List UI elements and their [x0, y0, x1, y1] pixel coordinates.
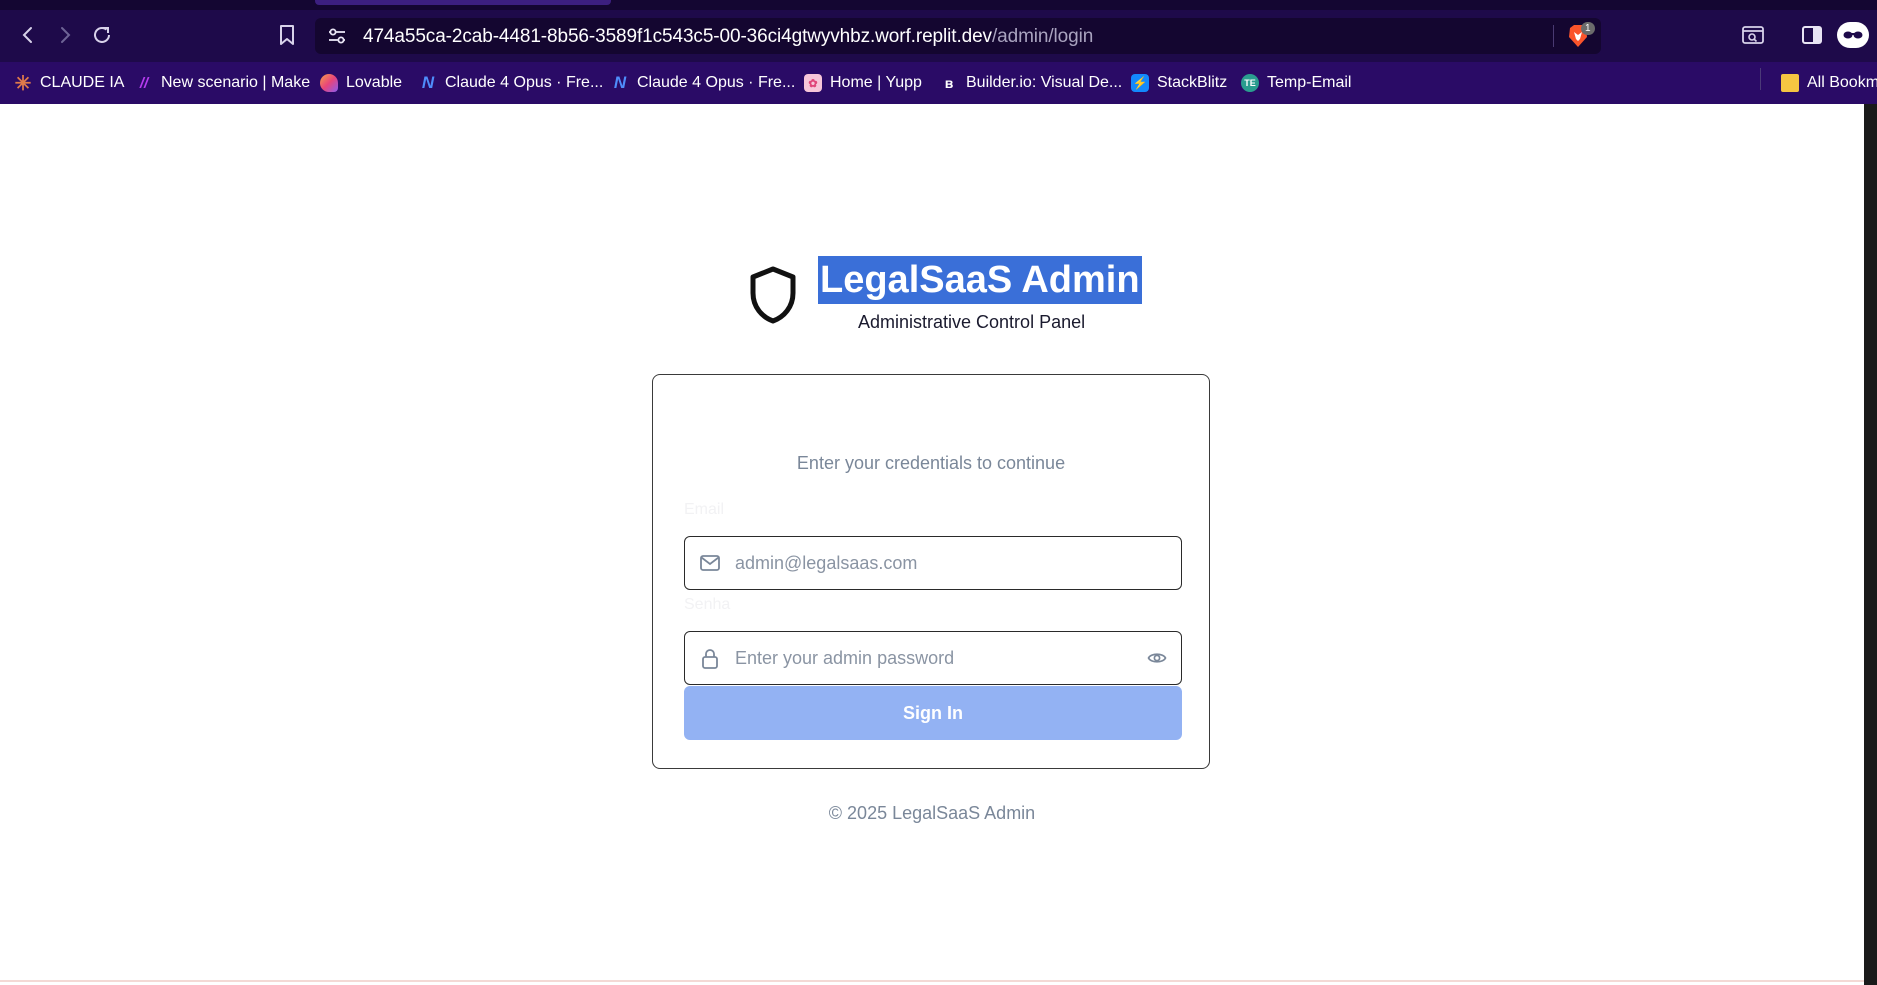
n-logo-icon: N — [421, 73, 435, 92]
email-input[interactable] — [735, 537, 1125, 589]
bookmark-claude-opus-1[interactable]: N Claude 4 Opus · Fre... — [419, 72, 603, 94]
page-bottom-border — [0, 980, 1864, 982]
all-bookmarks-button[interactable]: All Bookma — [1781, 72, 1877, 94]
page-title: LegalSaaS Admin — [818, 256, 1142, 304]
profile-glasses-icon — [1843, 31, 1863, 39]
url-host: 474a55ca-2cab-4481-8b56-3589f1c543c5-00-… — [363, 26, 992, 47]
bookmark-claude-opus-2[interactable]: N Claude 4 Opus · Fre... — [611, 72, 795, 94]
tab-strip — [0, 0, 1877, 10]
bookmark-label: StackBlitz — [1157, 74, 1228, 91]
url-divider — [1553, 25, 1554, 47]
lightning-icon: ⚡ — [1131, 74, 1149, 92]
url-path: /admin/login — [991, 26, 1094, 47]
site-settings-icon — [329, 28, 345, 44]
bookmark-stackblitz[interactable]: ⚡ StackBlitz — [1131, 72, 1227, 94]
reload-icon — [94, 26, 110, 43]
password-input[interactable] — [735, 632, 1125, 684]
address-bar[interactable]: 474a55ca-2cab-4481-8b56-3589f1c543c5-00-… — [315, 18, 1601, 54]
sidebar-icon — [1802, 26, 1822, 44]
bookmarks-bar: ✳ CLAUDE IA // New scenario | Make Lovab… — [0, 62, 1877, 104]
page-subtitle: Administrative Control Panel — [858, 312, 1086, 332]
lovable-heart-icon — [320, 74, 338, 92]
bookmark-page-button[interactable] — [272, 20, 302, 50]
chevron-right-icon — [61, 27, 71, 43]
login-description: Enter your credentials to continue — [796, 453, 1066, 473]
bookmark-claude-ia[interactable]: ✳ CLAUDE IA — [14, 72, 125, 95]
bookmarks-divider — [1760, 68, 1761, 90]
search-tabs-button[interactable] — [1738, 20, 1768, 50]
eye-icon[interactable] — [1147, 650, 1167, 666]
bookmark-yupp[interactable]: ✿ Home | Yupp — [804, 72, 922, 94]
bookmark-label: Home | Yupp — [830, 74, 922, 91]
bookmark-label: Claude 4 Opus · Fre... — [637, 74, 796, 91]
sidebar-toggle-button[interactable] — [1797, 20, 1827, 50]
temp-email-icon: TE — [1241, 74, 1259, 92]
claude-asterisk-icon: ✳ — [14, 72, 32, 95]
bookmark-label: Temp-Email — [1267, 74, 1352, 91]
back-button[interactable] — [13, 20, 43, 50]
password-field[interactable] — [684, 631, 1182, 685]
browser-toolbar: 474a55ca-2cab-4481-8b56-3589f1c543c5-00-… — [0, 0, 1877, 69]
profile-button[interactable] — [1837, 22, 1869, 48]
forward-button[interactable] — [50, 20, 80, 50]
bookmark-label: Builder.io: Visual De... — [966, 74, 1123, 91]
footer-copyright: © 2025 LegalSaaS Admin — [828, 803, 1036, 823]
builder-icon: ʙ — [944, 75, 954, 91]
mail-icon — [700, 555, 720, 571]
make-logo-icon: // — [139, 74, 149, 92]
email-label: Email — [684, 501, 725, 518]
bookmark-temp-email[interactable]: TE Temp-Email — [1241, 72, 1351, 94]
bookmark-label: Claude 4 Opus · Fre... — [445, 74, 604, 91]
password-label: Senha — [684, 596, 731, 613]
all-bookmarks-label: All Bookma — [1807, 74, 1877, 91]
login-card: Enter your credentials to continue Email… — [652, 374, 1210, 769]
url-text[interactable]: 474a55ca-2cab-4481-8b56-3589f1c543c5-00-… — [363, 26, 1093, 48]
bookmark-lovable[interactable]: Lovable — [320, 72, 402, 94]
active-tab[interactable] — [315, 0, 611, 5]
bookmark-builder[interactable]: ʙ Builder.io: Visual De... — [940, 72, 1123, 94]
brave-badge: 1 — [1581, 22, 1595, 35]
bookmark-icon — [280, 25, 294, 45]
bookmark-label: New scenario | Make — [161, 74, 311, 91]
lock-icon — [702, 649, 718, 669]
yupp-icon: ✿ — [804, 74, 822, 92]
reload-button[interactable] — [87, 20, 117, 50]
folder-icon — [1781, 74, 1799, 92]
scrollbar-track[interactable] — [1864, 104, 1877, 985]
brave-shields-button[interactable]: 1 — [1567, 22, 1595, 50]
bookmark-make[interactable]: // New scenario | Make — [135, 72, 310, 94]
n-logo-icon: N — [613, 73, 627, 92]
email-field[interactable] — [684, 536, 1182, 590]
tab-search-icon — [1742, 26, 1764, 44]
bookmark-label: CLAUDE IA — [40, 74, 125, 91]
sign-in-button[interactable]: Sign In — [684, 686, 1182, 740]
shield-icon — [750, 266, 796, 324]
chevron-left-icon — [22, 27, 32, 43]
bookmark-label: Lovable — [346, 74, 403, 91]
